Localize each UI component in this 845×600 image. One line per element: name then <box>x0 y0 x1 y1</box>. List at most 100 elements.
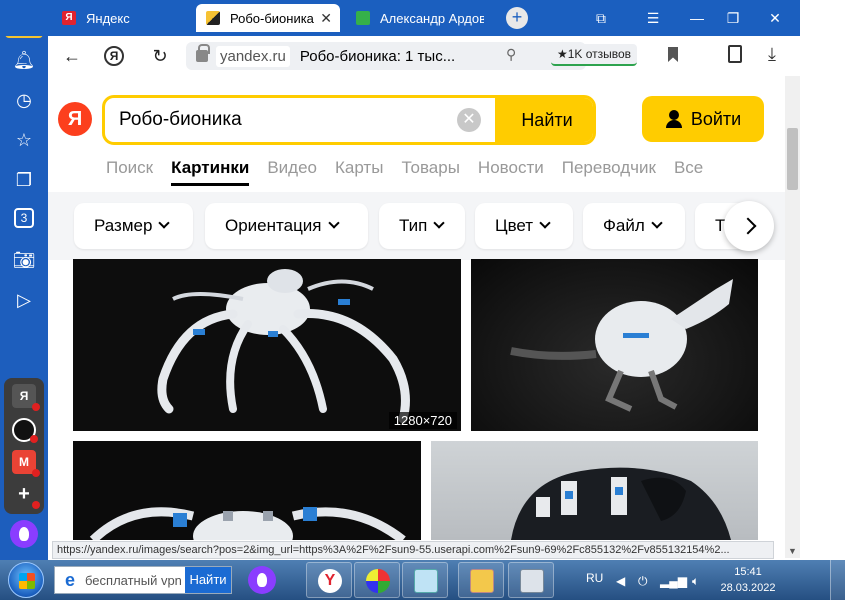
show-desktop-button[interactable] <box>830 560 845 600</box>
filter-label: Размер <box>94 216 153 235</box>
filter-file-dropdown[interactable]: Файл <box>583 203 685 249</box>
reader-mode-icon[interactable]: ⚲ <box>506 46 516 63</box>
image-result-spider-robot-2[interactable] <box>73 441 421 540</box>
download-icon[interactable]: ⤓ <box>768 44 776 65</box>
url-field[interactable]: yandex.ru Робо-бионика: 1 тыс... <box>186 42 586 70</box>
scroll-down-arrow-icon[interactable]: ▼ <box>788 546 797 556</box>
taskbar-notepad[interactable] <box>402 562 448 598</box>
filter-color-dropdown[interactable]: Цвет <box>475 203 573 249</box>
service-tab-translator[interactable]: Переводчик <box>562 156 656 186</box>
minimize-button[interactable]: — <box>686 8 708 28</box>
close-window-button[interactable]: ✕ <box>764 8 786 28</box>
reload-icon[interactable]: ↻ <box>148 44 172 68</box>
sidebar-music-app-icon[interactable] <box>12 418 38 443</box>
notification-dot <box>32 403 40 411</box>
tabs-collections-icon[interactable]: ⧉ <box>590 8 612 28</box>
tab-strip: Я Яндекс Робо-бионика ✕ Александр Ардов … <box>0 0 800 36</box>
scrollbar-thumb[interactable] <box>787 128 798 190</box>
history-clock-icon[interactable]: ◷ <box>12 88 36 112</box>
service-tab-maps[interactable]: Карты <box>335 156 383 186</box>
chevron-right-icon[interactable] <box>724 201 774 251</box>
alice-taskbar-icon[interactable] <box>248 566 276 594</box>
login-button[interactable]: Войти <box>642 96 764 142</box>
play-video-icon[interactable]: ▷ <box>12 288 36 312</box>
chevron-down-icon <box>433 217 446 229</box>
back-arrow-icon[interactable]: ← <box>60 44 84 68</box>
browser-sidebar: Войти 🔔︎ ◷ ☆ ❐ 3 📷︎ ▷ Я M + <box>0 0 48 560</box>
alice-assistant-icon[interactable] <box>10 520 38 548</box>
sidebar-yandex-app-icon[interactable]: Я <box>12 384 40 411</box>
restore-button[interactable]: ❐ <box>722 8 744 28</box>
clear-search-icon[interactable]: ✕ <box>457 108 481 132</box>
image-resolution-badge: 1280×720 <box>388 412 457 429</box>
page-scrollbar[interactable]: ▼ <box>785 76 800 558</box>
paint-palette-icon <box>366 569 390 593</box>
user-icon <box>665 110 683 128</box>
taskbar-explorer[interactable] <box>458 562 504 598</box>
notification-dot <box>32 501 40 509</box>
service-tab-all[interactable]: Все <box>674 156 703 186</box>
taskbar-paint[interactable] <box>354 562 400 598</box>
close-tab-icon[interactable]: ✕ <box>320 10 332 27</box>
filter-label: Тип <box>399 216 428 235</box>
image-result-kangaroo-robot[interactable] <box>471 259 758 431</box>
image-result-bear-robot[interactable] <box>431 441 758 540</box>
taskbar-yandex-browser[interactable]: Y <box>306 562 352 598</box>
star-bookmarks-icon[interactable]: ☆ <box>12 128 36 152</box>
tray-expand-icon[interactable]: ◀ <box>616 574 625 588</box>
chevron-down-icon <box>327 217 340 229</box>
service-tab-products[interactable]: Товары <box>401 156 459 186</box>
folder-icon <box>470 569 494 593</box>
volume-icon[interactable]: 🔈︎ <box>692 574 699 589</box>
bell-icon[interactable]: 🔔︎ <box>12 48 36 72</box>
url-domain: yandex.ru <box>216 45 290 67</box>
service-tab-video[interactable]: Видео <box>267 156 317 186</box>
chevron-down-icon <box>651 217 663 229</box>
collections-icon[interactable]: ❐ <box>12 168 36 192</box>
tab-ardov[interactable]: Александр Ардов <box>348 4 484 32</box>
yandex-logo[interactable]: Я <box>58 102 92 136</box>
site-favicon-icon <box>356 11 370 25</box>
taskbar-clock[interactable]: 15:41 28.03.2022 <box>716 564 780 596</box>
tab-yandex[interactable]: Я Яндекс <box>56 4 188 32</box>
image-result-spider-robot[interactable]: 1280×720 <box>73 259 461 431</box>
service-tab-search[interactable]: Поиск <box>106 156 153 186</box>
search-submit-button[interactable]: Найти <box>495 98 593 142</box>
power-plug-icon[interactable]: ⏻ <box>638 574 648 589</box>
bookmark-icon[interactable] <box>668 47 678 62</box>
calculator-icon <box>520 569 544 593</box>
filter-size-dropdown[interactable]: Размер <box>74 203 193 249</box>
taskbar-search-input[interactable]: бесплатный vpn <box>85 573 185 588</box>
menu-icon[interactable]: ☰ <box>642 8 664 28</box>
notepad-icon <box>414 569 438 593</box>
camera-icon[interactable]: 📷︎ <box>12 248 36 272</box>
filter-label: Цвет <box>495 216 534 235</box>
start-button[interactable] <box>8 562 44 598</box>
chevron-down-icon <box>158 217 171 229</box>
collections-icon[interactable] <box>728 45 742 63</box>
filters-bar: Размер Ориентация Тип Цвет Файл Т <box>48 192 785 260</box>
filter-type-dropdown[interactable]: Тип <box>379 203 465 249</box>
service-tab-images[interactable]: Картинки <box>171 156 250 186</box>
yandex-images-page: Я Робо-бионика ✕ Найти Войти Поиск Карти… <box>48 76 785 540</box>
windows-taskbar: e бесплатный vpn Найти Y RU ◀ ⏻ ▂▄▆ 🔈︎ 1… <box>0 560 845 600</box>
site-reviews-badge[interactable]: ★1K отзывов <box>551 44 637 66</box>
login-label: Войти <box>690 108 742 129</box>
sidebar-gmail-icon[interactable]: M <box>12 450 40 477</box>
service-tab-news[interactable]: Новости <box>478 156 544 186</box>
tab-robo-bionika[interactable]: Робо-бионика ✕ <box>196 4 340 32</box>
taskbar-calculator[interactable] <box>508 562 554 598</box>
kangaroo-robot-image <box>510 279 733 412</box>
sidebar-app-tile-icon[interactable]: 3 <box>14 208 34 228</box>
desktop-background <box>800 0 845 560</box>
sidebar-add-app-icon[interactable]: + <box>12 482 40 509</box>
network-signal-icon[interactable]: ▂▄▆ <box>660 574 687 588</box>
taskbar-search-button[interactable]: Найти <box>185 567 231 593</box>
clock-time: 15:41 <box>734 566 762 578</box>
search-input[interactable]: Робо-бионика <box>119 98 242 142</box>
keyboard-language[interactable]: RU <box>586 571 603 585</box>
ie-logo-icon: e <box>64 570 75 590</box>
filter-orientation-dropdown[interactable]: Ориентация <box>205 203 368 249</box>
new-tab-plus-icon[interactable]: + <box>506 7 528 29</box>
yandex-home-icon[interactable]: Я <box>104 46 124 66</box>
